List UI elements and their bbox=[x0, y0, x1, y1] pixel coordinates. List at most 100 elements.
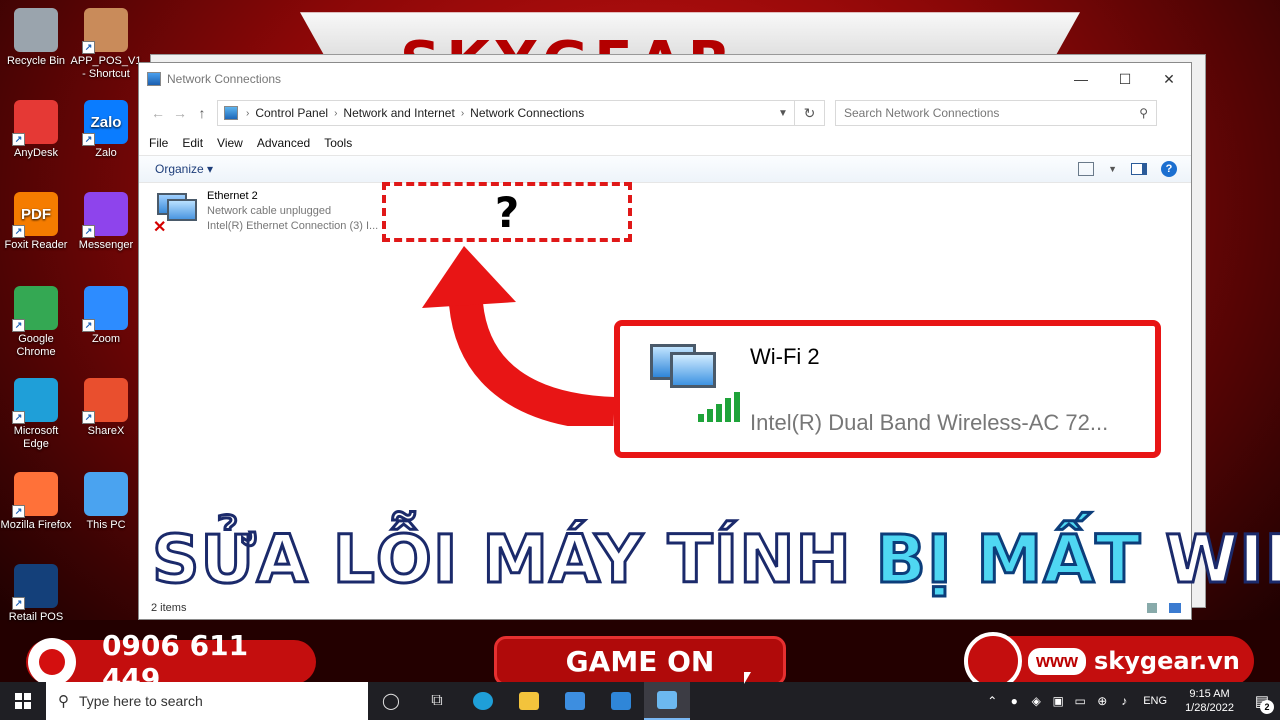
view-dropdown-icon[interactable]: ▼ bbox=[1108, 164, 1117, 174]
desktop-icon-mozilla-firefox[interactable]: ↗ Mozilla Firefox bbox=[0, 472, 72, 532]
clock[interactable]: 9:15 AM 1/28/2022 bbox=[1185, 687, 1234, 715]
language-indicator[interactable]: ENG bbox=[1143, 695, 1167, 707]
up-arrow-icon[interactable]: ↑ bbox=[191, 105, 213, 121]
organize-button[interactable]: Organize ▾ bbox=[155, 162, 213, 176]
clock-date: 1/28/2022 bbox=[1185, 702, 1234, 714]
chrome-tray-icon[interactable]: ● bbox=[1003, 694, 1025, 708]
preview-pane-icon[interactable] bbox=[1131, 163, 1147, 175]
chevron-down-icon[interactable]: ▼ bbox=[772, 108, 794, 119]
notification-badge: 2 bbox=[1260, 700, 1274, 714]
desktop-icon-this-pc[interactable]: This PC bbox=[70, 472, 142, 532]
status-bar: 2 items bbox=[139, 597, 1191, 619]
curved-arrow-icon bbox=[422, 246, 615, 426]
back-arrow-icon[interactable]: ← bbox=[147, 105, 169, 121]
headset-icon bbox=[28, 638, 76, 682]
shortcut-arrow-icon: ↗ bbox=[82, 411, 95, 424]
desktop-icon-label: Mozilla Firefox bbox=[0, 519, 72, 531]
wifi-adapter-name: Wi-Fi 2 bbox=[750, 344, 820, 369]
wifi-adapter-highlight: Wi-Fi 2 Intel(R) Dual Band Wireless-AC 7… bbox=[614, 320, 1161, 458]
video-headline: SỬA LỖI MÁY TÍNH BỊ MẤT WIFI bbox=[151, 520, 1280, 600]
breadcrumb-network-connections[interactable]: Network Connections bbox=[466, 106, 588, 120]
shield-icon[interactable]: ◈ bbox=[1025, 694, 1047, 708]
desktop-icon-sharex[interactable]: ↗ ShareX bbox=[70, 378, 142, 438]
meet-now-icon[interactable]: ▣ bbox=[1047, 694, 1069, 708]
desktop-icon-microsoft-edge[interactable]: ↗ Microsoft Edge bbox=[0, 378, 72, 451]
headline-part-1: SỬA LỖI MÁY TÍNH bbox=[151, 520, 876, 600]
breadcrumb-control-panel[interactable]: Control Panel bbox=[251, 106, 332, 120]
headline-part-3: WIFI bbox=[1164, 520, 1280, 600]
network-connections-icon bbox=[147, 72, 161, 86]
headline-part-2: BỊ MẤT bbox=[874, 520, 1142, 600]
minimize-button[interactable]: — bbox=[1059, 71, 1103, 88]
store-icon[interactable] bbox=[552, 682, 598, 720]
desktop-icon-label: Foxit Reader bbox=[4, 239, 68, 251]
mail-icon[interactable] bbox=[598, 682, 644, 720]
notification-icon[interactable]: ▤ 2 bbox=[1244, 682, 1280, 720]
shortcut-arrow-icon: ↗ bbox=[12, 133, 25, 146]
desktop-icon-label: Messenger bbox=[78, 239, 134, 251]
sharex-icon: ↗ bbox=[82, 378, 128, 424]
menu-file[interactable]: File bbox=[149, 136, 168, 150]
search-icon: ⚲ bbox=[58, 693, 69, 710]
address-bar[interactable]: › Control Panel › Network and Internet ›… bbox=[217, 100, 795, 126]
game-on-banner: GAME ON bbox=[494, 636, 786, 682]
change-view-icon[interactable] bbox=[1078, 162, 1095, 176]
breadcrumb-network-internet[interactable]: Network and Internet bbox=[339, 106, 458, 120]
forward-arrow-icon[interactable]: → bbox=[169, 105, 191, 121]
network-connections-taskbar-icon[interactable] bbox=[644, 682, 690, 720]
game-on-text: GAME ON bbox=[565, 644, 715, 678]
refresh-icon[interactable]: ↻ bbox=[795, 100, 825, 126]
users-icon: ↗ bbox=[82, 8, 128, 54]
help-icon[interactable]: ? bbox=[1161, 161, 1177, 177]
shortcut-arrow-icon: ↗ bbox=[82, 133, 95, 146]
view-toggle-icon[interactable] bbox=[1147, 603, 1181, 613]
menu-edit[interactable]: Edit bbox=[182, 136, 203, 150]
shortcut-arrow-icon: ↗ bbox=[12, 225, 25, 238]
desktop-icon-retail-pos[interactable]: ↗ Retail POS bbox=[0, 564, 72, 624]
desktop-icon-recycle-bin[interactable]: Recycle Bin bbox=[0, 8, 72, 68]
volume-icon[interactable]: ♪ bbox=[1113, 694, 1135, 708]
windows-logo-icon bbox=[15, 693, 31, 709]
taskbar-edge-icon[interactable] bbox=[460, 682, 506, 720]
list-item[interactable]: ✕ Ethernet 2 Network cable unplugged Int… bbox=[153, 189, 378, 239]
firefox-icon: ↗ bbox=[12, 472, 58, 518]
foxit-icon: PDF ↗ bbox=[12, 192, 58, 238]
phone-banner: 0906 611 449 bbox=[26, 629, 316, 682]
desktop-icon-foxit-reader[interactable]: PDF ↗ Foxit Reader bbox=[0, 192, 72, 252]
desktop-icon-zoom[interactable]: ↗ Zoom bbox=[70, 286, 142, 346]
task-view-icon[interactable]: ⧉ bbox=[414, 682, 460, 720]
desktop-icon-google-chrome[interactable]: ↗ Google Chrome bbox=[0, 286, 72, 359]
menu-advanced[interactable]: Advanced bbox=[257, 136, 310, 150]
shortcut-arrow-icon: ↗ bbox=[12, 597, 25, 610]
desktop-icon-label: Retail POS bbox=[8, 611, 64, 623]
zalo-icon: Zalo ↗ bbox=[82, 100, 128, 146]
shortcut-arrow-icon: ↗ bbox=[82, 41, 95, 54]
item-count: 2 items bbox=[151, 602, 187, 614]
chevron-up-icon[interactable]: ⌃ bbox=[981, 694, 1003, 708]
globe-icon bbox=[964, 632, 1022, 682]
start-button[interactable] bbox=[0, 693, 46, 709]
desktop-icon-label: AnyDesk bbox=[13, 147, 59, 159]
maximize-button[interactable]: ☐ bbox=[1103, 71, 1147, 88]
close-button[interactable]: ✕ bbox=[1147, 71, 1191, 88]
menu-view[interactable]: View bbox=[217, 136, 243, 150]
desktop-icon-label: This PC bbox=[86, 519, 126, 531]
anydesk-icon: ↗ bbox=[12, 100, 58, 146]
battery-icon[interactable]: ▭ bbox=[1069, 694, 1091, 708]
shortcut-arrow-icon: ↗ bbox=[82, 319, 95, 332]
desktop-icon-anydesk[interactable]: ↗ AnyDesk bbox=[0, 100, 72, 160]
network-globe-icon[interactable]: ⊕ bbox=[1091, 694, 1113, 708]
chrome-icon: ↗ bbox=[12, 286, 58, 332]
messenger-icon: ↗ bbox=[82, 192, 128, 238]
search-input[interactable]: Search Network Connections ⚲ bbox=[835, 100, 1157, 126]
title-bar[interactable]: Network Connections — ☐ ✕ bbox=[139, 63, 1191, 95]
taskbar-search[interactable]: ⚲ Type here to search bbox=[46, 682, 368, 720]
file-explorer-icon[interactable] bbox=[506, 682, 552, 720]
cortana-icon[interactable]: ◯ bbox=[368, 682, 414, 720]
desktop-icon-label: Zoom bbox=[91, 333, 121, 345]
menu-tools[interactable]: Tools bbox=[324, 136, 352, 150]
desktop-icon-label: Zalo bbox=[95, 147, 117, 159]
desktop-icon-zalo[interactable]: Zalo ↗ Zalo bbox=[70, 100, 142, 160]
desktop-icon-messenger[interactable]: ↗ Messenger bbox=[70, 192, 142, 252]
desktop-icon-app-pos-v1-shortcut[interactable]: ↗ APP_POS_V1 - Shortcut bbox=[70, 8, 142, 81]
